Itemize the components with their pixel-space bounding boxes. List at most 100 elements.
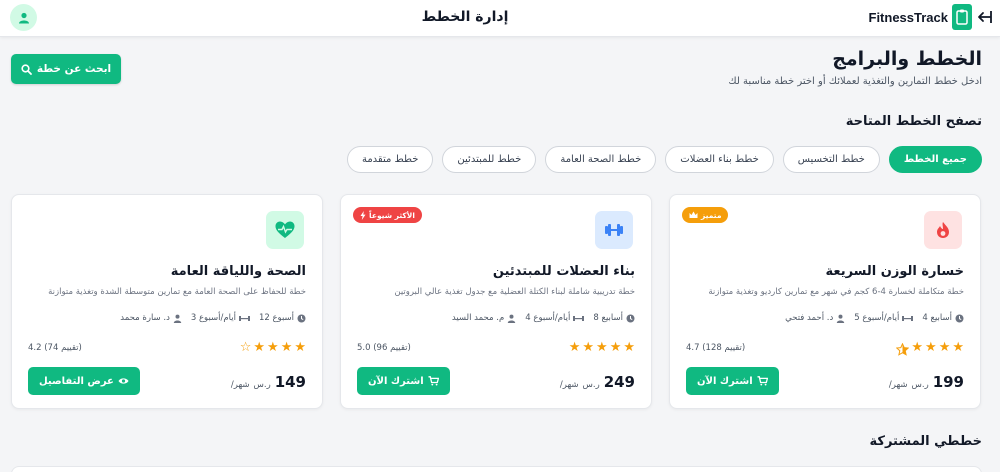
plan-title: بناء العضلات للمبتدئين [492, 264, 635, 279]
plan-title: الصحة واللياقة العامة [170, 264, 306, 279]
tab-weight-loss[interactable]: خطط التخسيس [782, 146, 880, 173]
bolt-icon [360, 210, 366, 220]
shared-plans-title: خططي المشتركة [869, 434, 983, 449]
top-header: إدارة الخطط FitnessTrack [0, 0, 1000, 37]
plan-description: خطة تدريبية شاملة لبناء الكتلة العضلية م… [394, 287, 635, 297]
page-title: الخطط والبرامج [832, 48, 982, 70]
brand[interactable]: FitnessTrack [868, 4, 972, 30]
star-full-icon: ★ [596, 340, 608, 355]
star-full-icon: ★ [609, 340, 622, 355]
price-period: /شهر [888, 380, 908, 390]
badge-label: الأكثر شيوعاً [369, 210, 415, 220]
button-label: اشترك الآن [697, 375, 753, 387]
popular-badge: الأكثر شيوعاً [353, 207, 422, 223]
brand-name: FitnessTrack [868, 9, 949, 25]
dumbbell-small-icon [902, 315, 914, 321]
star-full-icon: ★ [267, 340, 279, 355]
view-details-button[interactable]: عرض التفاصيل [28, 367, 140, 395]
rating-text: 4.7 (128 تقييم) [686, 343, 746, 353]
star-full-icon: ★ [568, 340, 581, 355]
plan-price: 199 ر.س /شهر [889, 373, 964, 391]
brand-logo-icon [952, 4, 972, 30]
button-label: عرض التفاصيل [39, 375, 114, 387]
plan-trainer: د. سارة محمد [120, 313, 170, 323]
tab-all-plans[interactable]: جميع الخطط [888, 146, 982, 173]
dumbbell-small-icon [573, 315, 585, 321]
rating-text: 5.0 (96 تقييم) [357, 343, 411, 353]
cart-icon [428, 376, 439, 386]
tab-general-health[interactable]: خطط الصحة العامة [545, 146, 657, 173]
dumbbell-small-icon [238, 315, 250, 321]
plan-title: خسارة الوزن السريعة [825, 264, 964, 279]
price-currency: ر.س [582, 380, 600, 390]
star-full-icon: ★ [253, 340, 266, 355]
heartbeat-icon [266, 211, 304, 249]
plan-frequency: 4 أيام/أسبوع [525, 313, 571, 323]
star-full-icon: ★ [925, 340, 937, 355]
star-full-icon: ★ [623, 340, 635, 355]
trainer-icon [837, 314, 845, 323]
price-currency: ر.س [911, 380, 929, 390]
plan-meta: 4 أسابيع 5 أيام/أسبوع د. أحمد فتحي [785, 313, 964, 323]
star-half-icon [895, 341, 910, 356]
shared-plans-panel [11, 466, 982, 472]
trainer-icon [173, 314, 182, 323]
button-label: اشترك الآن [368, 375, 424, 387]
price-value: 249 [603, 373, 635, 391]
featured-badge: متميز [682, 207, 729, 223]
star-empty-icon: ☆ [239, 340, 252, 355]
plan-price: 249 ر.س /شهر [560, 373, 635, 391]
plan-trainer: م. محمد السيد [451, 313, 505, 323]
rating-stars: ★ ★ ★ ★ [895, 340, 964, 356]
price-value: 199 [932, 373, 964, 391]
star-full-icon: ★ [952, 340, 964, 355]
subscribe-button[interactable]: اشترك الآن [686, 367, 779, 395]
plan-duration: 4 أسابيع [922, 313, 952, 323]
price-period: /شهر [559, 380, 579, 390]
eye-icon [118, 378, 129, 384]
user-avatar[interactable] [10, 4, 37, 31]
user-icon [18, 12, 29, 23]
tab-advanced[interactable]: خطط متقدمة [346, 146, 434, 173]
tab-muscle-building[interactable]: خطط بناء العضلات [665, 146, 774, 173]
star-full-icon: ★ [911, 340, 924, 355]
clock-icon [297, 314, 306, 322]
clock-icon [955, 314, 964, 322]
plan-card: الأكثر شيوعاً بناء العضلات للمبتدئين خطة… [340, 194, 652, 409]
plan-card: متميز خسارة الوزن السريعة خطة متكاملة لخ… [669, 194, 981, 409]
rating-stars: ★ ★ ★ ★ ☆ [240, 341, 306, 354]
price-currency: ر.س [253, 380, 271, 390]
crown-icon [689, 211, 698, 218]
star-full-icon: ★ [582, 340, 595, 355]
browse-section-title: تصفح الخطط المتاحة [845, 114, 982, 129]
cart-icon [757, 376, 768, 386]
plan-duration: 8 أسابيع [593, 313, 623, 323]
plan-description: خطة للحفاظ على الصحة العامة مع تمارين مت… [48, 287, 306, 297]
tab-beginners[interactable]: خطط للمبتدئين [442, 146, 537, 173]
search-icon [21, 63, 32, 75]
plan-card: الصحة واللياقة العامة خطة للحفاظ على الص… [11, 194, 323, 409]
search-plan-button[interactable]: ابحث عن خطة [11, 54, 121, 84]
fire-icon [924, 211, 962, 249]
trainer-icon [508, 314, 516, 323]
price-value: 149 [274, 373, 306, 391]
rating-stars: ★ ★ ★ ★ ★ [569, 341, 635, 354]
rating-text: 4.2 (74 تقييم) [28, 343, 82, 353]
plan-filter-tabs: جميع الخطط خطط التخسيس خطط بناء العضلات … [346, 146, 982, 173]
badge-label: متميز [701, 210, 722, 220]
plan-price: 149 ر.س /شهر [231, 373, 306, 391]
dumbbell-icon [595, 211, 633, 249]
plan-meta: 12 أسبوع 3 أيام/أسبوع د. سارة محمد [120, 313, 306, 323]
header-title: إدارة الخطط [421, 9, 509, 25]
search-plan-label: ابحث عن خطة [36, 63, 112, 75]
star-full-icon: ★ [294, 340, 306, 355]
star-full-icon: ★ [938, 340, 951, 355]
plan-description: خطة متكاملة لخسارة 4-6 كجم في شهر مع تما… [708, 287, 964, 297]
price-period: /شهر [230, 380, 250, 390]
subscribe-button[interactable]: اشترك الآن [357, 367, 450, 395]
logout-icon[interactable] [976, 9, 992, 29]
clock-icon [626, 314, 635, 322]
plan-meta: 8 أسابيع 4 أيام/أسبوع م. محمد السيد [452, 313, 635, 323]
plan-trainer: د. أحمد فتحي [785, 313, 834, 323]
plan-frequency: 3 أيام/أسبوع [190, 313, 236, 323]
